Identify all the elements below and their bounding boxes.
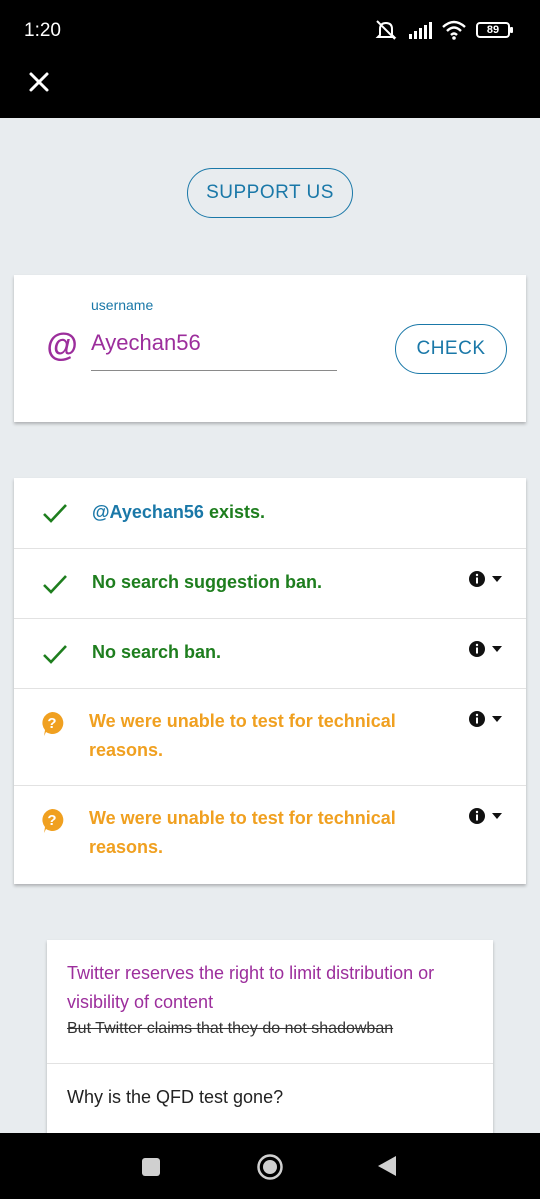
faq-title: Why is the QFD test gone? [67, 1087, 284, 1107]
result-text: @Ayechan56 exists. [92, 502, 265, 522]
status-time: 1:20 [24, 20, 61, 41]
result-text: No search ban. [92, 642, 222, 662]
wifi-icon [442, 20, 466, 40]
info-toggle[interactable] [468, 570, 502, 588]
chevron-down-icon [492, 646, 502, 652]
chevron-down-icon [492, 576, 502, 582]
check-button[interactable]: CHECK [395, 324, 507, 374]
username-input[interactable] [91, 325, 337, 371]
question-icon: ? [42, 808, 64, 833]
faq-card: Twitter reserves the right to limit dist… [47, 940, 493, 1140]
faq-item[interactable]: Why is the QFD test gone? [47, 1064, 493, 1134]
result-row-unknown-2: ? We were unable to test for technical r… [14, 786, 526, 884]
app-bar [0, 47, 540, 118]
info-toggle[interactable] [468, 640, 502, 658]
status-bar: 1:20 89 [0, 0, 540, 47]
signal-icon [409, 22, 432, 39]
username-handle: @Ayechan56 [92, 502, 204, 522]
support-us-button[interactable]: SUPPORT US [187, 168, 353, 218]
checkmark-icon [43, 504, 67, 523]
result-text: We were unable to test for technical rea… [89, 711, 396, 760]
info-icon [469, 808, 485, 824]
checkmark-icon [43, 645, 67, 664]
back-triangle-icon [378, 1156, 396, 1176]
battery-icon: 89 [476, 22, 513, 38]
results-card: @Ayechan56 exists. No search suggestion … [14, 478, 526, 884]
result-row-suggestion-ban: No search suggestion ban. [14, 549, 526, 619]
info-toggle[interactable] [468, 710, 502, 728]
info-icon [469, 571, 485, 587]
username-card: @ username CHECK [14, 275, 526, 422]
faq-item[interactable]: Twitter reserves the right to limit dist… [47, 940, 493, 1064]
navigation-bar [0, 1133, 540, 1199]
mute-icon [375, 20, 397, 40]
chevron-down-icon [492, 813, 502, 819]
svg-text:?: ? [47, 812, 56, 829]
home-button[interactable] [256, 1153, 284, 1186]
chevron-down-icon [492, 716, 502, 722]
result-row-unknown-1: ? We were unable to test for technical r… [14, 689, 526, 786]
faq-subtitle: But Twitter claims that they do not shad… [67, 1020, 394, 1037]
circle-icon [257, 1154, 283, 1180]
info-toggle[interactable] [468, 807, 502, 825]
status-icons: 89 [374, 18, 513, 42]
result-text: No search suggestion ban. [92, 572, 323, 592]
info-icon [469, 711, 485, 727]
svg-text:?: ? [47, 715, 56, 732]
back-button[interactable] [377, 1155, 397, 1182]
at-icon: @ [46, 327, 78, 363]
result-text: We were unable to test for technical rea… [89, 808, 396, 857]
info-icon [469, 641, 485, 657]
username-label: username [91, 297, 154, 313]
checkmark-icon [43, 575, 67, 594]
close-button[interactable] [22, 65, 56, 99]
recent-apps-button[interactable] [141, 1157, 161, 1182]
question-icon: ? [42, 711, 64, 736]
square-icon [142, 1158, 160, 1176]
close-icon [29, 72, 49, 92]
faq-title: Twitter reserves the right to limit dist… [67, 963, 435, 1012]
result-row-exists: @Ayechan56 exists. [14, 478, 526, 549]
result-row-search-ban: No search ban. [14, 619, 526, 689]
